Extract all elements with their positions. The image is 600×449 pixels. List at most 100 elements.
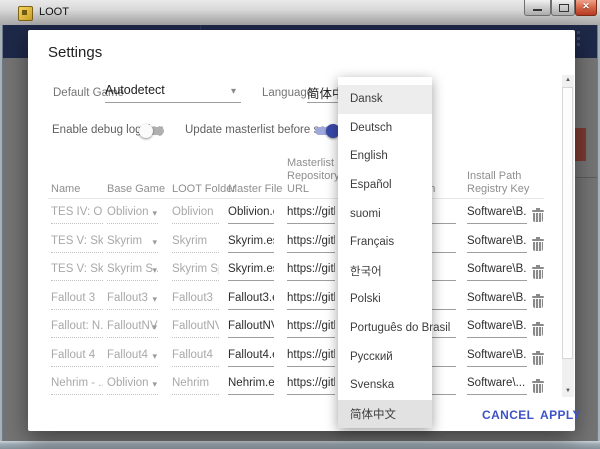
name-cell[interactable]: Fallout: N... <box>51 320 103 338</box>
language-option-portugues[interactable]: Português do Brasil <box>338 314 432 343</box>
chevron-down-icon: ▾ <box>152 322 157 333</box>
table-row: TES IV: O... Oblivion▾ Oblivion Oblivion… <box>28 206 575 228</box>
scroll-down-icon[interactable]: ▼ <box>562 386 574 397</box>
window-frame-bottom <box>0 441 600 449</box>
base-game-cell[interactable]: Oblivion▾ <box>107 206 158 224</box>
table-row: Fallout 3 Fallout3▾ Fallout3 Fallout3.es… <box>28 292 575 314</box>
table-row: TES V: Sk... Skyrim S...▾ Skyrim Sp... S… <box>28 263 575 285</box>
repo-url-cell[interactable]: https://gith.. <box>287 320 335 338</box>
base-game-cell[interactable]: Oblivion▾ <box>107 377 158 395</box>
base-game-cell[interactable]: Skyrim S...▾ <box>107 263 158 281</box>
loot-folder-cell[interactable]: Fallout3 <box>172 292 219 310</box>
loot-folder-cell[interactable]: Nehrim <box>172 377 219 395</box>
base-game-cell[interactable]: Skyrim▾ <box>107 235 158 253</box>
chevron-down-icon: ▾ <box>152 379 157 390</box>
default-game-select[interactable]: Autodetect <box>105 83 165 97</box>
settings-dialog: Settings Default Game Autodetect ▾ Langu… <box>28 30 575 431</box>
loot-folder-cell[interactable]: Skyrim Sp... <box>172 263 219 281</box>
master-file-cell[interactable]: Skyrim.esm <box>228 263 274 281</box>
delete-row-button[interactable] <box>532 208 544 223</box>
name-cell[interactable]: Nehrim - ... <box>51 377 103 395</box>
language-underline <box>307 102 339 103</box>
language-option-korean[interactable]: 한국어 <box>338 257 432 286</box>
window-title: LOOT <box>39 6 69 18</box>
loot-folder-cell[interactable]: FalloutNV <box>172 320 219 338</box>
close-button[interactable]: ✕ <box>575 0 597 16</box>
chevron-down-icon: ▾ <box>231 86 236 97</box>
registry-key-cell[interactable]: Software\B.. <box>467 292 527 310</box>
col-header-base-game: Base Game <box>107 183 165 196</box>
name-cell[interactable]: TES IV: O... <box>51 206 103 224</box>
cancel-button[interactable]: CANCEL <box>480 404 536 426</box>
loot-folder-cell[interactable]: Skyrim <box>172 235 219 253</box>
dialog-title: Settings <box>48 44 102 61</box>
delete-row-button[interactable] <box>532 237 544 252</box>
apply-button[interactable]: APPLY <box>538 404 583 426</box>
repo-url-cell[interactable]: https://gith.. <box>287 263 335 281</box>
language-option-russian[interactable]: Русский <box>338 342 432 371</box>
app-icon <box>18 6 33 21</box>
loot-folder-cell[interactable]: Fallout4 <box>172 349 219 367</box>
registry-key-cell[interactable]: Software\B.. <box>467 349 527 367</box>
scroll-up-icon[interactable]: ▲ <box>562 75 574 86</box>
maximize-button[interactable] <box>551 0 575 16</box>
language-label: Language <box>262 87 313 99</box>
master-file-cell[interactable]: Skyrim.esm <box>228 235 274 253</box>
repo-url-cell[interactable]: https://gith.. <box>287 377 335 395</box>
masterlist-toggle[interactable] <box>313 124 340 138</box>
registry-key-cell[interactable]: Software\... <box>467 377 527 395</box>
language-option-chinese[interactable]: 简体中文 <box>338 400 432 429</box>
table-row: Nehrim - ... Oblivion▾ Nehrim Nehrim.es.… <box>28 377 575 399</box>
name-cell[interactable]: TES V: Sk... <box>51 263 103 281</box>
repo-url-cell[interactable]: https://gith.. <box>287 292 335 310</box>
toggle-knob <box>139 124 153 138</box>
master-file-cell[interactable]: Fallout3.es.. <box>228 292 274 310</box>
master-file-cell[interactable]: Nehrim.es... <box>228 377 274 395</box>
base-game-cell[interactable]: Fallout3▾ <box>107 292 158 310</box>
loot-folder-cell[interactable]: Oblivion <box>172 206 219 224</box>
chevron-down-icon: ▾ <box>152 208 157 219</box>
debug-toggle[interactable] <box>139 124 166 138</box>
language-option-svenska[interactable]: Svenska <box>338 371 432 400</box>
dialog-scrollbar[interactable]: ▲ ▼ <box>562 75 574 397</box>
language-option-dansk[interactable]: Dansk <box>338 85 432 114</box>
name-cell[interactable]: TES V: Sk... <box>51 235 103 253</box>
master-file-cell[interactable]: Fallout4.es.. <box>228 349 274 367</box>
minimize-icon <box>533 9 542 11</box>
default-game-underline <box>105 102 241 103</box>
language-option-deutsch[interactable]: Deutsch <box>338 114 432 143</box>
base-game-cell[interactable]: Fallout4▾ <box>107 349 158 367</box>
master-file-cell[interactable]: Oblivion.es.. <box>228 206 274 224</box>
scrollbar-thumb[interactable] <box>562 87 573 359</box>
base-game-cell[interactable]: FalloutNV▾ <box>107 320 158 338</box>
name-cell[interactable]: Fallout 4 <box>51 349 103 367</box>
close-icon: ✕ <box>576 1 596 12</box>
loot-window: LOOT ✕ Settings Default Game Autodetect … <box>0 0 600 449</box>
chevron-down-icon: ▾ <box>152 265 157 276</box>
delete-row-button[interactable] <box>532 294 544 309</box>
delete-row-button[interactable] <box>532 379 544 394</box>
registry-key-cell[interactable]: Software\B.. <box>467 320 527 338</box>
registry-key-cell[interactable]: Software\B.. <box>467 206 527 224</box>
language-option-english[interactable]: English <box>338 142 432 171</box>
language-option-polski[interactable]: Polski <box>338 285 432 314</box>
registry-key-cell[interactable]: Software\B.. <box>467 263 527 281</box>
table-row: Fallout 4 Fallout4▾ Fallout4 Fallout4.es… <box>28 349 575 371</box>
menu-icon <box>577 31 580 46</box>
registry-key-cell[interactable]: Software\B.. <box>467 235 527 253</box>
maximize-icon <box>559 4 569 12</box>
delete-row-button[interactable] <box>532 351 544 366</box>
language-option-espanol[interactable]: Español <box>338 171 432 200</box>
repo-url-cell[interactable]: https://gith.. <box>287 206 335 224</box>
name-cell[interactable]: Fallout 3 <box>51 292 103 310</box>
language-option-suomi[interactable]: suomi <box>338 199 432 228</box>
delete-row-button[interactable] <box>532 265 544 280</box>
delete-row-button[interactable] <box>532 322 544 337</box>
language-option-francais[interactable]: Français <box>338 228 432 257</box>
master-file-cell[interactable]: FalloutNV.... <box>228 320 274 338</box>
repo-url-cell[interactable]: https://gith.. <box>287 349 335 367</box>
table-row: Fallout: N... FalloutNV▾ FalloutNV Fallo… <box>28 320 575 342</box>
table-row: TES V: Sk... Skyrim▾ Skyrim Skyrim.esm h… <box>28 235 575 257</box>
minimize-button[interactable] <box>524 0 551 16</box>
repo-url-cell[interactable]: https://gith.. <box>287 235 335 253</box>
